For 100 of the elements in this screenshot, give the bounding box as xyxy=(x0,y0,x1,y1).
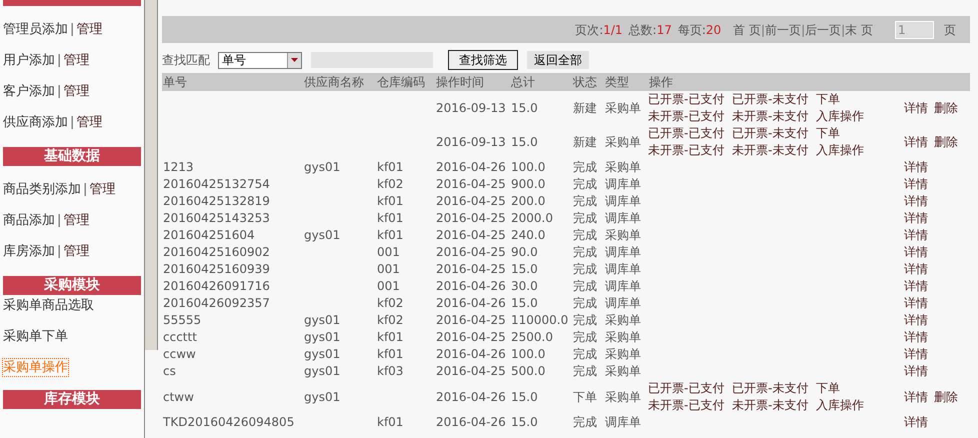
table-cell: kf01 xyxy=(377,415,404,429)
menu-link[interactable]: 客户添加 xyxy=(3,83,55,100)
manage-link[interactable]: 管理 xyxy=(63,243,90,260)
table-cell: kf01 xyxy=(377,347,404,361)
table-cell: gys01 xyxy=(304,390,340,404)
operation-link[interactable]: 入库操作 xyxy=(816,397,864,414)
table-cell: 完成 xyxy=(573,160,597,174)
table-cell: 采购单 xyxy=(605,228,641,242)
match-select[interactable]: 单号 xyxy=(218,52,302,68)
menu-link[interactable]: 用户添加 xyxy=(3,52,55,69)
operation-link[interactable]: 已开票-未支付 xyxy=(732,380,808,397)
manage-link[interactable]: 管理 xyxy=(76,114,102,131)
operation-link[interactable]: 未开票-未支付 xyxy=(732,142,808,159)
operation-link[interactable]: 入库操作 xyxy=(816,108,864,125)
details-link[interactable]: 详情 xyxy=(904,210,928,227)
details-link[interactable]: 详情 xyxy=(904,244,928,261)
reset-button[interactable]: 返回全部 xyxy=(527,51,589,69)
separator: | xyxy=(801,22,806,38)
table-cell: 15.0 xyxy=(511,100,538,114)
pager-link[interactable]: 末 页 xyxy=(845,20,873,38)
operation-link[interactable]: 已开票-已支付 xyxy=(648,380,724,397)
table-cell: 完成 xyxy=(573,228,597,242)
search-button[interactable]: 查找筛选 xyxy=(448,50,518,70)
table-cell: 2016-04-25 xyxy=(436,330,506,344)
table-cell: TKD20160426094805 xyxy=(163,415,294,429)
details-link[interactable]: 详情 xyxy=(904,261,928,278)
table-cell: 2016-04-25 xyxy=(436,364,506,378)
menu-link[interactable]: 采购单下单 xyxy=(3,328,68,345)
table-cell: 20160425132819 xyxy=(163,194,270,208)
menu-link[interactable]: 商品添加 xyxy=(3,212,55,229)
details-link[interactable]: 详情 xyxy=(904,193,928,210)
table-cell: 2016-04-26 xyxy=(436,347,506,361)
details-link[interactable]: 详情 xyxy=(904,388,928,406)
table-cell: 完成 xyxy=(573,296,597,310)
scrollbar[interactable] xyxy=(145,0,158,350)
manage-link[interactable]: 管理 xyxy=(63,83,90,100)
pager-link[interactable]: 后一页 xyxy=(805,20,842,38)
table-cell: 采购单 xyxy=(605,330,641,344)
manage-link[interactable]: 管理 xyxy=(63,212,90,229)
table-cell: 完成 xyxy=(573,177,597,191)
operation-link[interactable]: 已开票-已支付 xyxy=(648,91,724,108)
table-cell: kf01 xyxy=(377,211,404,225)
delete-link[interactable]: 删除 xyxy=(934,134,958,150)
operation-link[interactable]: 入库操作 xyxy=(816,142,864,159)
operation-link[interactable]: 未开票-已支付 xyxy=(648,142,724,159)
details-link[interactable]: 详情 xyxy=(904,278,928,295)
table-cell: 下单 xyxy=(573,390,597,404)
operation-link[interactable]: 未开票-已支付 xyxy=(648,397,724,414)
menu-link[interactable]: 管理员添加 xyxy=(3,21,68,38)
delete-link[interactable]: 删除 xyxy=(934,388,958,406)
operation-link[interactable]: 未开票-未支付 xyxy=(732,397,808,414)
details-link[interactable]: 详情 xyxy=(904,100,928,116)
manage-link[interactable]: 管理 xyxy=(89,181,116,198)
table-cell: 采购单 xyxy=(605,100,641,114)
table-cell: 采购单 xyxy=(605,364,641,378)
table-cell: 完成 xyxy=(573,330,597,344)
operation-link[interactable]: 未开票-未支付 xyxy=(732,108,808,125)
details-link[interactable]: 详情 xyxy=(904,363,928,380)
operation-link[interactable]: 下单 xyxy=(816,91,840,108)
operation-link[interactable]: 未开票-已支付 xyxy=(648,108,724,125)
pager-link[interactable]: 前一页 xyxy=(765,20,802,38)
table-cell: 2016-04-26 xyxy=(436,160,506,174)
table-cell: 2016-04-25 xyxy=(436,194,506,208)
table-cell: 15.0 xyxy=(511,415,538,429)
menu-link[interactable]: 供应商添加 xyxy=(3,114,68,131)
operation-link[interactable]: 已开票-未支付 xyxy=(732,125,808,142)
menu-link[interactable]: 采购单商品选取 xyxy=(3,297,94,314)
operation-link[interactable]: 已开票-已支付 xyxy=(648,125,724,142)
details-link[interactable]: 详情 xyxy=(904,414,928,431)
details-link[interactable]: 详情 xyxy=(904,134,928,150)
table-cell: 90.0 xyxy=(511,245,538,259)
table-cell: 采购单 xyxy=(605,347,641,361)
pager-link[interactable]: 首 页 xyxy=(733,20,762,38)
table-cell: 采购单 xyxy=(605,160,641,174)
details-link[interactable]: 详情 xyxy=(904,312,928,329)
operation-link[interactable]: 下单 xyxy=(816,125,840,142)
manage-link[interactable]: 管理 xyxy=(63,52,90,69)
table-cell: 调库单 xyxy=(605,211,641,225)
menu-header: 基础数据 xyxy=(3,147,141,166)
table-cell: 调库单 xyxy=(605,194,641,208)
menu-link[interactable]: 库房添加 xyxy=(3,243,55,260)
table-cell: 2016-04-26 xyxy=(436,279,506,293)
menu-header: 库存模块 xyxy=(3,390,141,409)
details-link[interactable]: 详情 xyxy=(904,227,928,244)
details-link[interactable]: 详情 xyxy=(904,176,928,193)
page-info: 页次:1/1 xyxy=(575,22,623,38)
separator: | xyxy=(57,212,62,229)
table-cell: 采购单 xyxy=(605,390,641,404)
menu-link[interactable]: 商品类别添加 xyxy=(3,181,81,198)
manage-link[interactable]: 管理 xyxy=(76,21,102,38)
details-link[interactable]: 详情 xyxy=(904,329,928,346)
details-link[interactable]: 详情 xyxy=(904,159,928,176)
details-link[interactable]: 详情 xyxy=(904,295,928,312)
operation-link[interactable]: 下单 xyxy=(816,380,840,397)
table-cell: 2016-09-13 xyxy=(436,134,506,148)
details-link[interactable]: 详情 xyxy=(904,346,928,363)
delete-link[interactable]: 删除 xyxy=(934,100,958,116)
operation-link[interactable]: 已开票-未支付 xyxy=(732,91,808,108)
table-cell: 1213 xyxy=(163,160,194,174)
table-cell: gys01 xyxy=(304,330,340,344)
